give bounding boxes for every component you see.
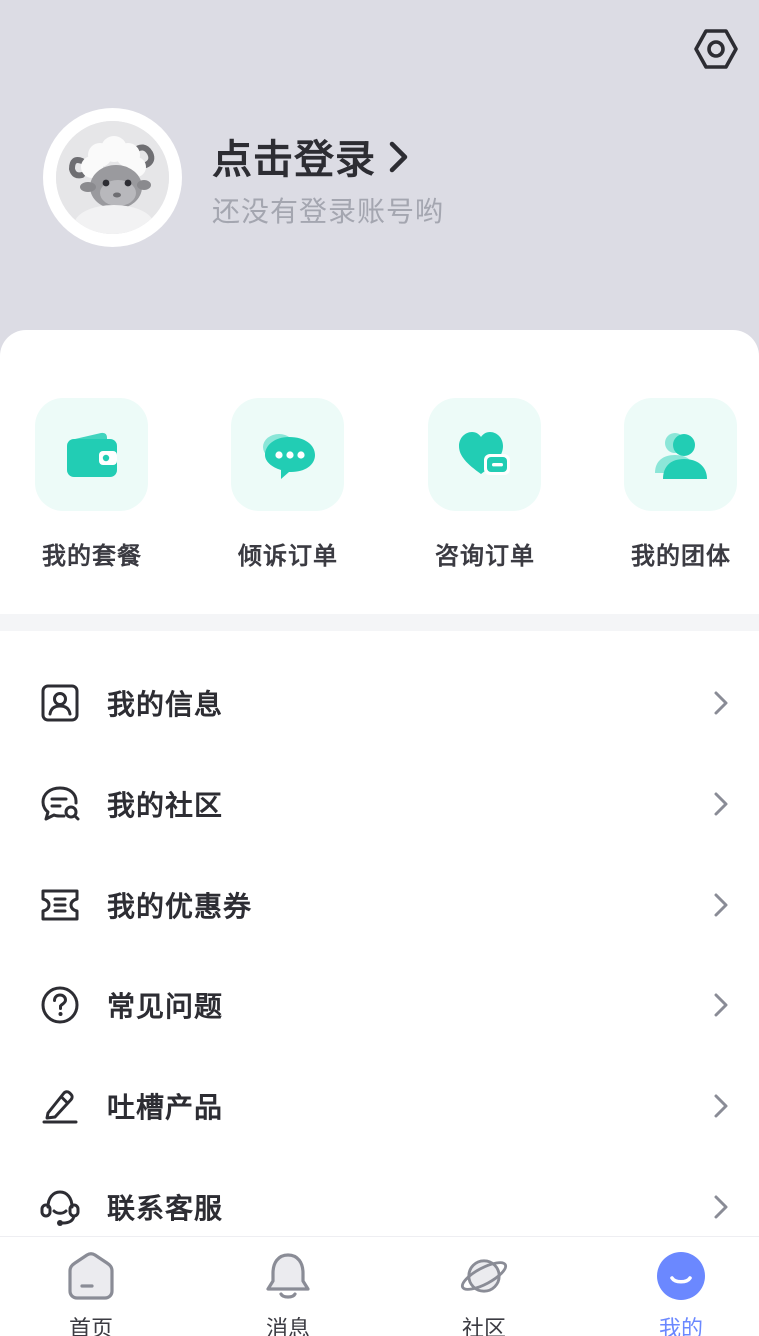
profile-page: 点击登录 还没有登录账号哟 我的套餐 倾诉订单 咨询订单 我的团体 我的信息 我…: [0, 0, 759, 1336]
quick-actions: 我的套餐 倾诉订单 咨询订单 我的团体: [0, 330, 759, 614]
menu-item-label: 常见问题: [107, 990, 224, 1023]
settings-button[interactable]: [690, 26, 742, 72]
planet-icon: [460, 1259, 508, 1293]
settings-hexagon-icon: [694, 29, 738, 69]
wallet-icon: [66, 432, 117, 477]
login-subtitle: 还没有登录账号哟: [212, 195, 445, 228]
quick-action-label: 我的团体: [631, 542, 731, 570]
menu-item-label: 我的信息: [107, 688, 224, 721]
pencil-edit-icon: [42, 1090, 78, 1124]
menu-item-label: 我的优惠券: [107, 890, 253, 923]
login-link[interactable]: 点击登录: [212, 128, 410, 184]
quick-action-label: 倾诉订单: [238, 542, 338, 570]
menu-item-my-community[interactable]: 我的社区: [0, 754, 759, 854]
profile-header: 点击登录 还没有登录账号哟: [0, 0, 759, 360]
chevron-right-icon: [388, 140, 410, 174]
tab-community[interactable]: 社区: [424, 1237, 544, 1336]
chevron-right-icon: [708, 990, 734, 1020]
quick-action-talk-orders[interactable]: 倾诉订单: [215, 398, 355, 570]
ticket-icon: [41, 889, 79, 921]
menu-item-faq[interactable]: 常见问题: [0, 955, 759, 1055]
question-circle-icon: [41, 986, 79, 1024]
quick-action-label: 我的套餐: [42, 542, 142, 570]
menu-item-my-info[interactable]: 我的信息: [0, 653, 759, 753]
home-icon: [68, 1252, 114, 1300]
login-title: 点击登录: [212, 137, 376, 183]
avatar[interactable]: [43, 108, 182, 247]
quick-action-plan[interactable]: 我的套餐: [19, 398, 159, 570]
user-card-icon: [41, 684, 79, 722]
tab-label: 我的: [658, 1317, 703, 1336]
group-people-icon: [654, 432, 707, 479]
quick-action-my-group[interactable]: 我的团体: [608, 398, 748, 570]
tab-label: 首页: [68, 1317, 113, 1336]
menu-item-customer-service[interactable]: 联系客服: [0, 1157, 759, 1236]
smile-face-icon: [657, 1252, 705, 1300]
chevron-right-icon: [708, 1192, 734, 1222]
chevron-right-icon: [708, 890, 734, 920]
chat-search-icon: [41, 786, 80, 821]
quick-action-consult-orders[interactable]: 咨询订单: [412, 398, 552, 570]
menu-item-label: 我的社区: [107, 789, 224, 822]
chevron-right-icon: [708, 1091, 734, 1121]
headset-icon: [40, 1190, 80, 1226]
tab-label: 消息: [265, 1317, 310, 1336]
tab-messages[interactable]: 消息: [228, 1237, 348, 1336]
menu-item-label: 吐槽产品: [107, 1091, 224, 1124]
menu-item-label: 联系客服: [107, 1192, 224, 1225]
tab-home[interactable]: 首页: [31, 1237, 151, 1336]
quick-action-label: 咨询订单: [435, 542, 535, 570]
bottom-tab-bar: 首页 消息 社区 我的: [0, 1236, 759, 1336]
menu-item-coupons[interactable]: 我的优惠券: [0, 855, 759, 955]
menu-item-feedback[interactable]: 吐槽产品: [0, 1056, 759, 1156]
sheep-avatar: [56, 121, 169, 234]
chevron-right-icon: [708, 688, 734, 718]
tab-label: 社区: [461, 1317, 506, 1336]
heart-message-icon: [458, 431, 510, 475]
settings-menu: 我的信息 我的社区 我的优惠券 常见问题 吐槽产品 联系客服: [0, 631, 759, 1236]
chat-bubble-icon: [262, 433, 315, 479]
bell-icon: [266, 1253, 310, 1299]
chevron-right-icon: [708, 789, 734, 819]
tab-me[interactable]: 我的: [621, 1237, 741, 1336]
